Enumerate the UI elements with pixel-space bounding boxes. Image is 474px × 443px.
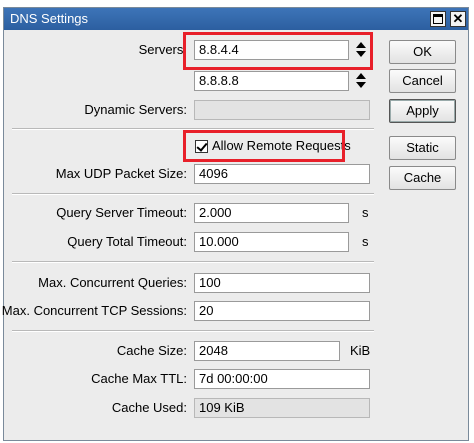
maximize-icon [433, 14, 443, 24]
close-icon: ✕ [452, 11, 464, 26]
cache-size-label: Cache Size: [116, 343, 187, 358]
cache-max-ttl-input[interactable]: 7d 00:00:00 [194, 369, 370, 389]
separator [12, 193, 374, 195]
max-concurrent-queries-label: Max. Concurrent Queries: [38, 275, 187, 290]
apply-button[interactable]: Apply [389, 99, 456, 123]
servers-label: Servers: [138, 42, 187, 57]
max-concurrent-queries-input[interactable]: 100 [194, 273, 370, 293]
query-total-timeout-input[interactable]: 10.000 [194, 232, 349, 252]
maximize-button[interactable] [430, 11, 446, 27]
cancel-button[interactable]: Cancel [389, 69, 456, 93]
allow-remote-highlight-box [183, 130, 345, 162]
max-concurrent-tcp-sessions-label: Max. Concurrent TCP Sessions: [1, 303, 187, 318]
server-2-input[interactable]: 8.8.8.8 [194, 71, 349, 91]
query-total-timeout-label: Query Total Timeout: [67, 234, 187, 249]
cache-used-label: Cache Used: [111, 400, 187, 415]
window-title: DNS Settings [10, 11, 89, 26]
close-button[interactable]: ✕ [450, 11, 466, 27]
static-button[interactable]: Static [389, 136, 456, 160]
cache-size-input[interactable]: 2048 [194, 341, 340, 361]
cache-used-field: 109 KiB [194, 398, 370, 418]
query-server-timeout-label: Query Server Timeout: [56, 205, 187, 220]
ok-button[interactable]: OK [389, 40, 456, 64]
cache-button[interactable]: Cache [389, 166, 456, 190]
query-total-timeout-unit: s [362, 234, 369, 249]
separator [12, 261, 374, 263]
dynamic-servers-label: Dynamic Servers: [84, 102, 187, 117]
cache-max-ttl-label: Cache Max TTL: [91, 371, 187, 386]
arrow-up-icon [356, 73, 366, 79]
query-server-timeout-unit: s [362, 205, 369, 220]
dynamic-servers-field [194, 100, 370, 120]
servers-highlight-box [183, 32, 373, 70]
server-2-updown[interactable] [352, 71, 370, 91]
arrow-down-icon [356, 82, 366, 88]
max-udp-packet-size-input[interactable]: 4096 [194, 164, 370, 184]
title-bar[interactable]: DNS Settings ✕ [4, 8, 468, 30]
max-udp-packet-size-label: Max UDP Packet Size: [55, 166, 187, 181]
query-server-timeout-input[interactable]: 2.000 [194, 203, 349, 223]
max-concurrent-tcp-sessions-input[interactable]: 20 [194, 301, 370, 321]
cache-size-unit: KiB [350, 343, 371, 358]
separator [12, 330, 374, 332]
